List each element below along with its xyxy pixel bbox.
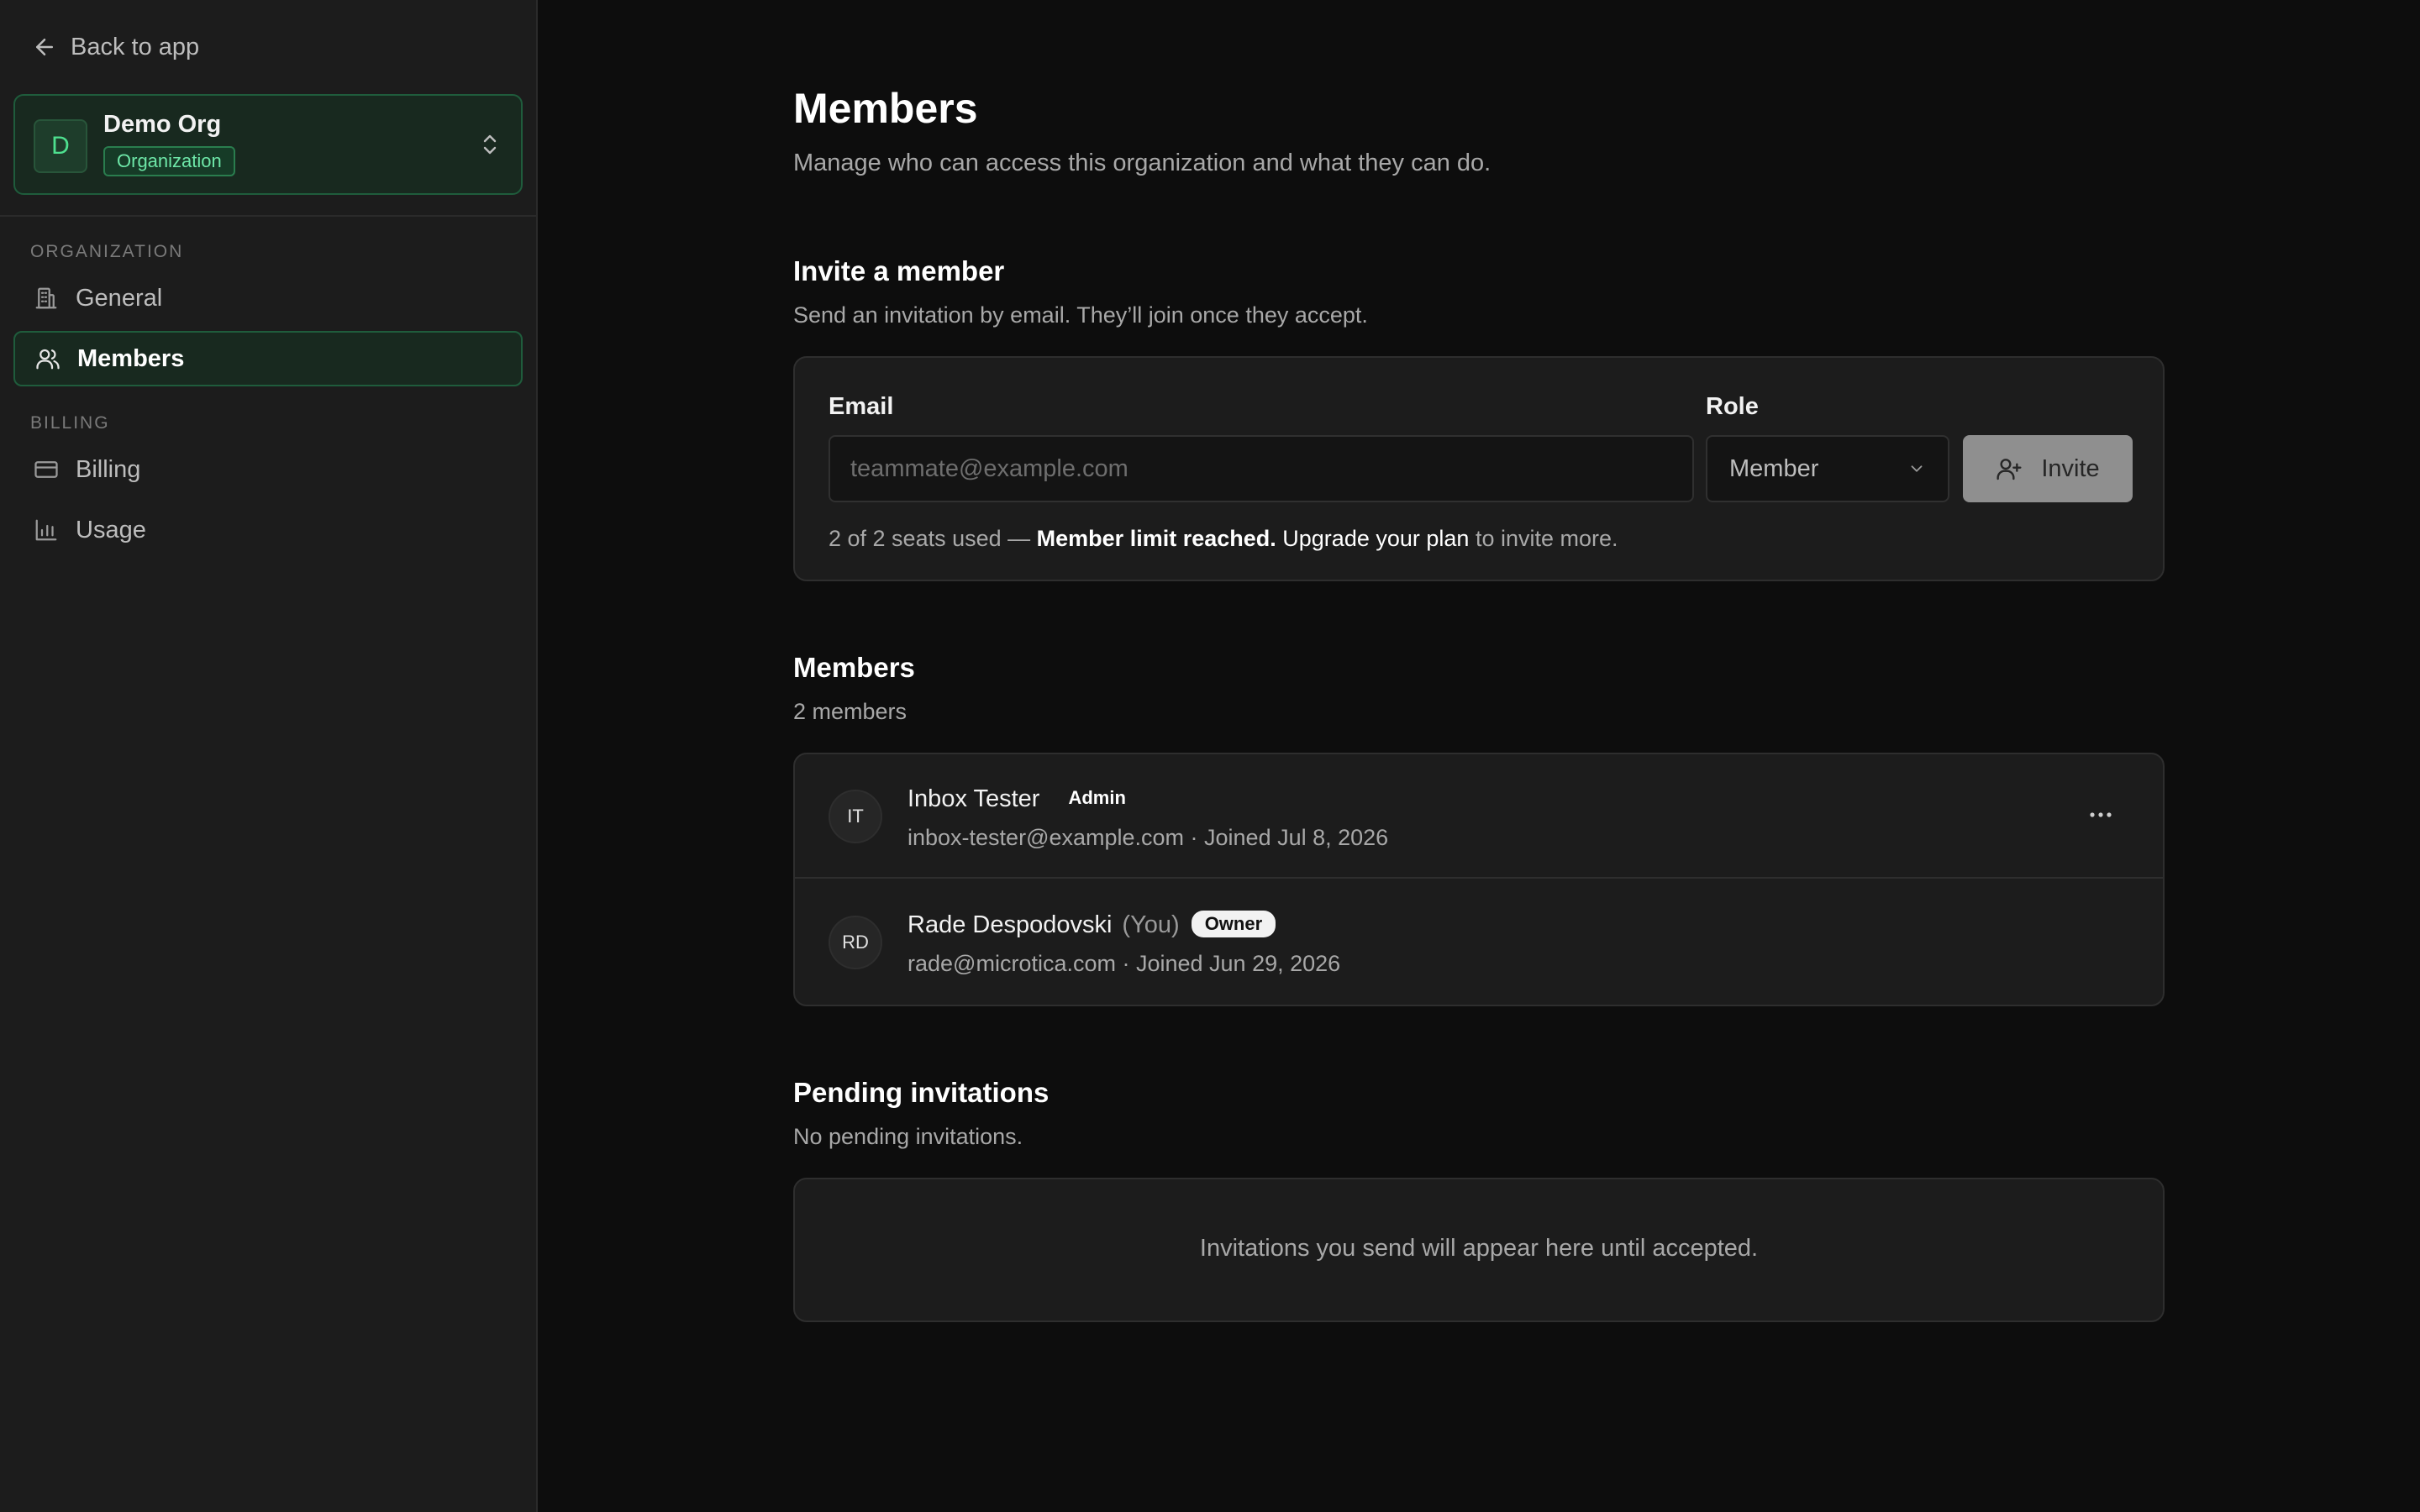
role-label: Role bbox=[1706, 393, 1759, 420]
invite-section-subtitle: Send an invitation by email. They’ll joi… bbox=[793, 302, 1368, 328]
pending-invitations-card: Invitations you send will appear here un… bbox=[793, 1178, 2165, 1322]
you-indicator: (You) bbox=[1122, 911, 1180, 938]
chevrons-up-down-icon bbox=[481, 129, 499, 160]
org-name: Demo Org bbox=[103, 111, 222, 138]
more-actions-button[interactable] bbox=[2082, 798, 2119, 832]
seats-suffix-text: to invite more. bbox=[1475, 526, 1618, 551]
building-icon bbox=[32, 284, 60, 312]
members-card: IT Inbox Tester Admin inbox-tester@exampl… bbox=[793, 753, 2165, 1006]
chevron-down-icon bbox=[1907, 459, 1926, 478]
member-meta: rade@microtica.com · Joined Jun 29, 2026 bbox=[908, 951, 1341, 976]
credit-card-icon bbox=[32, 455, 60, 484]
sidebar-item-label: Usage bbox=[76, 516, 146, 543]
user-plus-icon bbox=[1996, 455, 2023, 482]
page-subtitle: Manage who can access this organization … bbox=[793, 150, 1491, 176]
seats-used-text: 2 of 2 seats used — bbox=[829, 526, 1031, 551]
sidebar-divider bbox=[0, 215, 536, 217]
member-limit-text: Member limit reached. bbox=[1036, 526, 1276, 551]
users-icon bbox=[34, 344, 62, 373]
sidebar-item-billing[interactable]: Billing bbox=[13, 442, 523, 497]
page-title: Members bbox=[793, 85, 978, 132]
role-badge-owner: Owner bbox=[1191, 911, 1276, 937]
role-badge-admin: Admin bbox=[1068, 787, 1126, 808]
sidebar-item-label: General bbox=[76, 284, 163, 312]
org-switcher[interactable]: D Demo Org Organization bbox=[13, 94, 523, 195]
sidebar-item-label: Members bbox=[77, 344, 185, 372]
sidebar-item-label: Billing bbox=[76, 455, 141, 483]
sidebar-item-general[interactable]: General bbox=[13, 270, 523, 326]
org-type-badge: Organization bbox=[103, 146, 235, 176]
org-avatar: D bbox=[34, 119, 87, 173]
member-name-line: Rade Despodovski (You) Owner bbox=[908, 911, 1276, 939]
members-section-title: Members bbox=[793, 652, 915, 683]
member-meta: inbox-tester@example.com · Joined Jul 8,… bbox=[908, 825, 1389, 850]
email-label: Email bbox=[829, 393, 894, 420]
members-count: 2 members bbox=[793, 699, 908, 724]
arrow-left-icon bbox=[32, 34, 57, 60]
member-name-line: Inbox Tester Admin bbox=[908, 785, 1136, 813]
table-row: RD Rade Despodovski (You) Owner rade@micro… bbox=[795, 880, 2163, 1005]
pending-empty-state: Invitations you send will appear here un… bbox=[1199, 1235, 1759, 1262]
back-to-app-label: Back to app bbox=[71, 33, 200, 60]
sidebar: Back to app D Demo Org Organization ORGA… bbox=[0, 0, 538, 1512]
invite-section-title: Invite a member bbox=[793, 255, 1005, 286]
avatar: IT bbox=[829, 790, 882, 843]
avatar: RD bbox=[829, 916, 882, 969]
pending-section-subtitle: No pending invitations. bbox=[793, 1124, 1023, 1149]
more-horizontal-icon bbox=[2088, 811, 2113, 819]
seats-note: 2 of 2 seats used — Member limit reached… bbox=[829, 526, 1618, 552]
sidebar-item-members[interactable]: Members bbox=[13, 331, 523, 386]
member-name: Inbox Tester bbox=[908, 785, 1040, 812]
role-select-value: Member bbox=[1729, 454, 1819, 482]
pending-section-title: Pending invitations bbox=[793, 1077, 1050, 1108]
sidebar-item-usage[interactable]: Usage bbox=[13, 502, 523, 558]
email-input[interactable] bbox=[829, 435, 1694, 502]
back-to-app-link[interactable]: Back to app bbox=[32, 30, 199, 64]
upgrade-plan-link[interactable]: Upgrade your plan bbox=[1282, 526, 1469, 551]
bar-chart-icon bbox=[32, 516, 60, 544]
role-select[interactable]: Member bbox=[1706, 435, 1949, 502]
invite-button[interactable]: Invite bbox=[1963, 435, 2133, 502]
invite-button-label: Invite bbox=[2041, 454, 2100, 482]
table-row: IT Inbox Tester Admin inbox-tester@exampl… bbox=[795, 754, 2163, 879]
section-label-organization: ORGANIZATION bbox=[30, 242, 184, 261]
invite-card: Email Role Member Invite 2 of 2 seats us… bbox=[793, 356, 2165, 581]
section-label-billing: BILLING bbox=[30, 413, 110, 433]
member-name: Rade Despodovski bbox=[908, 911, 1113, 938]
